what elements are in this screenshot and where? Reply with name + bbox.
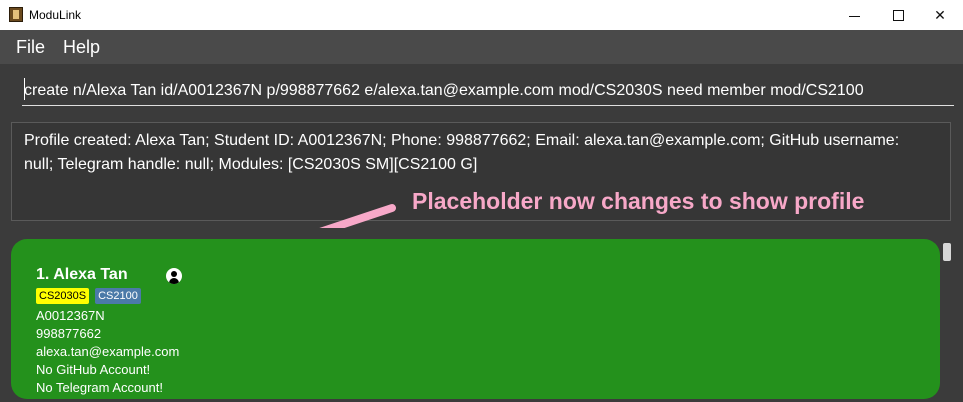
minimize-icon xyxy=(848,15,860,17)
title-bar: ModuLink ✕ xyxy=(0,0,963,30)
window-title: ModuLink xyxy=(29,8,82,22)
student-id: A0012367N xyxy=(36,308,105,323)
menu-bar: File Help xyxy=(0,30,963,64)
command-area: create n/Alexa Tan id/A0012367N p/998877… xyxy=(0,64,963,116)
maximize-button[interactable] xyxy=(875,0,921,30)
telegram: No Telegram Account! xyxy=(36,380,163,395)
github: No GitHub Account! xyxy=(36,362,151,377)
profile-name: 1. Alexa Tan xyxy=(36,266,128,283)
text-cursor xyxy=(24,78,25,100)
minimize-button[interactable] xyxy=(831,0,877,30)
result-text: Profile created: Alexa Tan; Student ID: … xyxy=(24,132,900,173)
person-icon xyxy=(166,268,182,284)
module-tags: CS2030S CS2100 xyxy=(36,288,141,304)
close-icon: ✕ xyxy=(934,6,946,23)
command-input[interactable]: create n/Alexa Tan id/A0012367N p/998877… xyxy=(22,76,954,106)
maximize-icon xyxy=(892,9,904,21)
profile-card[interactable]: 1. Alexa Tan CS2030S CS2100 A0012367N 99… xyxy=(11,239,940,399)
scrollbar[interactable] xyxy=(943,243,951,261)
module-tag: CS2030S xyxy=(36,288,90,304)
annotation-text: Placeholder now changes to show profile xyxy=(412,188,865,214)
app-icon xyxy=(9,7,23,22)
close-button[interactable]: ✕ xyxy=(917,0,963,30)
person-list[interactable]: 1. Alexa Tan CS2030S CS2100 A0012367N 99… xyxy=(0,228,963,402)
email: alexa.tan@example.com xyxy=(36,344,180,359)
module-tag: CS2100 xyxy=(95,288,141,304)
menu-file[interactable]: File xyxy=(16,37,45,58)
phone: 998877662 xyxy=(36,326,102,341)
menu-help[interactable]: Help xyxy=(63,37,100,58)
